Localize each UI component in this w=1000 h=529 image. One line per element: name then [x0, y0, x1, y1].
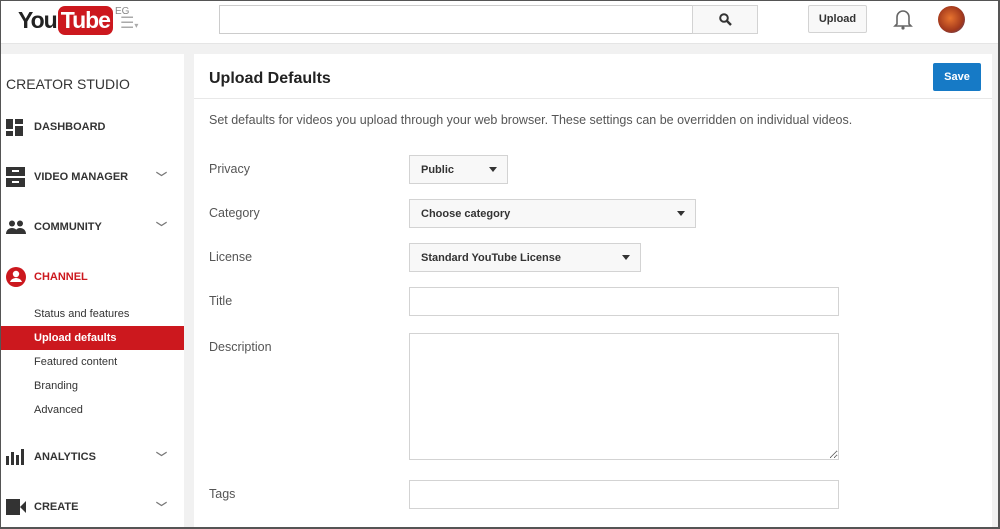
video-manager-icon [6, 167, 26, 187]
privacy-value: Public [421, 163, 455, 176]
community-icon [6, 220, 26, 234]
dashboard-icon [6, 118, 26, 136]
chevron-down-icon[interactable]: ﹀ [156, 219, 167, 235]
analytics-icon [6, 449, 26, 465]
upload-defaults-panel: Upload Defaults Save Set defaults for vi… [194, 54, 992, 527]
description-textarea[interactable] [409, 333, 839, 460]
sidebar-item-analytics[interactable]: ANALYTICS ﹀ [1, 445, 184, 469]
sidebar-subitem-branding[interactable]: Branding [1, 374, 184, 398]
creator-studio-title: CREATOR STUDIO [6, 76, 130, 92]
privacy-select[interactable]: Public [409, 155, 508, 184]
search-icon [718, 13, 732, 26]
avatar[interactable] [938, 6, 965, 33]
browser-window: You Tube EG ☰▾ Upload CREATOR STUDIO DAS… [1, 1, 998, 527]
sidebar-item-label: COMMUNITY [34, 221, 102, 233]
privacy-label: Privacy [209, 162, 250, 176]
dropdown-arrow-icon [489, 167, 497, 172]
sidebar-item-community[interactable]: COMMUNITY ﹀ [1, 215, 184, 239]
tags-label: Tags [209, 487, 236, 501]
chevron-down-icon[interactable]: ﹀ [156, 499, 167, 515]
dropdown-arrow-icon [677, 211, 685, 216]
channel-icon [6, 267, 26, 287]
sidebar-item-label: CHANNEL [34, 271, 88, 283]
dropdown-arrow-icon [622, 255, 630, 260]
category-label: Category [209, 206, 260, 220]
title-label: Title [209, 294, 233, 308]
sidebar-item-label: CREATE [34, 501, 79, 513]
category-select[interactable]: Choose category [409, 199, 696, 228]
license-label: License [209, 250, 253, 264]
scrollbar[interactable] [992, 44, 998, 527]
chevron-down-icon[interactable]: ﹀ [156, 449, 167, 465]
notifications-bell-icon[interactable] [893, 8, 913, 30]
search-button[interactable] [692, 5, 758, 34]
page-description: Set defaults for videos you upload throu… [209, 113, 853, 127]
sidebar-subitem-status-and-features[interactable]: Status and features [1, 302, 184, 326]
category-value: Choose category [421, 207, 511, 220]
chevron-down-icon[interactable]: ﹀ [156, 169, 167, 185]
sidebar-item-label: DASHBOARD [34, 121, 106, 133]
tags-input[interactable] [409, 480, 839, 509]
save-button[interactable]: Save [933, 63, 981, 91]
sidebar-item-dashboard[interactable]: DASHBOARD [1, 115, 184, 139]
upload-button[interactable]: Upload [808, 5, 867, 33]
youtube-logo[interactable]: You Tube EG [18, 6, 129, 35]
create-icon [6, 499, 26, 515]
description-label: Description [209, 340, 272, 354]
logo-you: You [18, 7, 58, 33]
logo-tube: Tube [57, 6, 113, 35]
sidebar-item-create[interactable]: CREATE ﹀ [1, 495, 184, 519]
divider [194, 98, 992, 99]
sidebar-item-label: VIDEO MANAGER [34, 171, 129, 183]
sidebar-item-video-manager[interactable]: VIDEO MANAGER ﹀ [1, 165, 184, 189]
masthead: You Tube EG ☰▾ Upload [1, 1, 998, 44]
title-input[interactable] [409, 287, 839, 316]
sidebar-item-label: ANALYTICS [34, 451, 96, 463]
sidebar: CREATOR STUDIO DASHBOARD VIDEO MANAGER ﹀… [1, 54, 184, 527]
license-select[interactable]: Standard YouTube License [409, 243, 641, 272]
guide-menu-icon[interactable]: ☰▾ [120, 13, 138, 33]
sidebar-subitem-advanced[interactable]: Advanced [1, 398, 184, 422]
page-title: Upload Defaults [209, 70, 331, 87]
license-value: Standard YouTube License [421, 251, 561, 264]
sidebar-subitem-featured-content[interactable]: Featured content [1, 350, 184, 374]
sidebar-subitem-upload-defaults[interactable]: Upload defaults [1, 326, 184, 350]
sidebar-item-channel[interactable]: CHANNEL [1, 265, 184, 289]
search-input[interactable] [219, 5, 693, 34]
